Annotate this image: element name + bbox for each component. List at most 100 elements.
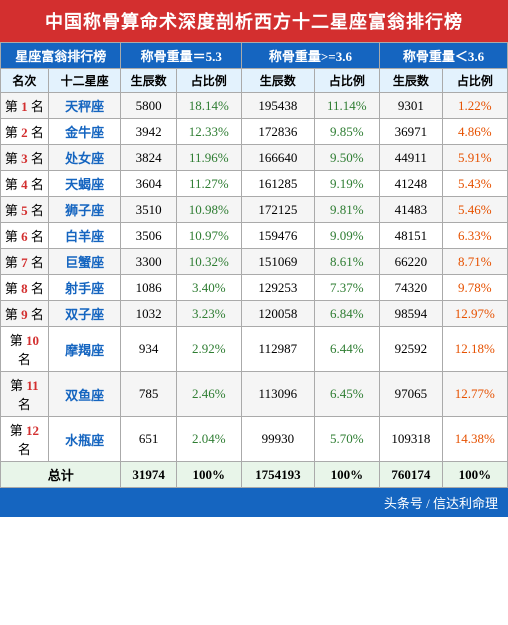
cell-rank: 第 5 名 [1, 197, 49, 223]
total-r2: 100% [314, 462, 379, 488]
cell-ratio2: 6.44% [314, 327, 379, 372]
cell-ratio2: 9.50% [314, 145, 379, 171]
cell-births3: 48151 [379, 223, 442, 249]
cell-births3: 41483 [379, 197, 442, 223]
cell-births3: 36971 [379, 119, 442, 145]
cell-ratio3: 5.91% [442, 145, 507, 171]
cell-births2: 151069 [241, 249, 314, 275]
cell-zodiac: 天秤座 [48, 93, 121, 119]
cell-births1: 3604 [121, 171, 176, 197]
cell-births3: 98594 [379, 301, 442, 327]
cell-births3: 92592 [379, 327, 442, 372]
cell-ratio2: 9.85% [314, 119, 379, 145]
page-title: 中国称骨算命术深度剖析西方十二星座富翁排行榜 [0, 0, 508, 42]
cell-ratio3: 8.71% [442, 249, 507, 275]
cell-births1: 5800 [121, 93, 176, 119]
table-row: 第 7 名巨蟹座330010.32%1510698.61%662208.71% [1, 249, 508, 275]
cell-ratio3: 5.43% [442, 171, 507, 197]
cell-ratio2: 9.09% [314, 223, 379, 249]
header-row-cols: 名次 十二星座 生辰数 占比例 生辰数 占比例 生辰数 占比例 [1, 69, 508, 93]
cell-rank: 第 10 名 [1, 327, 49, 372]
total-row: 总计 31974 100% 1754193 100% 760174 100% [1, 462, 508, 488]
cell-ratio1: 12.33% [176, 119, 241, 145]
cell-births3: 66220 [379, 249, 442, 275]
cell-ratio2: 7.37% [314, 275, 379, 301]
cell-births3: 74320 [379, 275, 442, 301]
cell-births1: 3300 [121, 249, 176, 275]
table-row: 第 6 名白羊座350610.97%1594769.09%481516.33% [1, 223, 508, 249]
cell-ratio1: 11.96% [176, 145, 241, 171]
cell-ratio1: 2.46% [176, 372, 241, 417]
total-r1: 100% [176, 462, 241, 488]
cell-ratio3: 5.46% [442, 197, 507, 223]
cell-ratio3: 1.22% [442, 93, 507, 119]
cell-ratio2: 8.61% [314, 249, 379, 275]
cell-zodiac: 水瓶座 [48, 417, 121, 462]
header-group2: 称骨重量>=3.6 [241, 43, 379, 69]
cell-births2: 166640 [241, 145, 314, 171]
cell-births1: 934 [121, 327, 176, 372]
col-header-rank: 名次 [1, 69, 49, 93]
cell-zodiac: 天蝎座 [48, 171, 121, 197]
header-row-groups: 星座富翁排行榜 称骨重量＝5.3 称骨重量>=3.6 称骨重量＜3.6 [1, 43, 508, 69]
cell-ratio1: 10.98% [176, 197, 241, 223]
cell-births2: 161285 [241, 171, 314, 197]
cell-births2: 120058 [241, 301, 314, 327]
cell-zodiac: 巨蟹座 [48, 249, 121, 275]
footer-bar: 头条号 / 信达利命理 [0, 488, 508, 517]
table-row: 第 12 名水瓶座6512.04%999305.70%10931814.38% [1, 417, 508, 462]
cell-births3: 9301 [379, 93, 442, 119]
table-row: 第 4 名天蝎座360411.27%1612859.19%412485.43% [1, 171, 508, 197]
table-row: 第 8 名射手座10863.40%1292537.37%743209.78% [1, 275, 508, 301]
cell-ratio3: 6.33% [442, 223, 507, 249]
col-header-ratio2: 占比例 [314, 69, 379, 93]
cell-rank: 第 4 名 [1, 171, 49, 197]
cell-births1: 651 [121, 417, 176, 462]
cell-births2: 172836 [241, 119, 314, 145]
cell-ratio3: 12.97% [442, 301, 507, 327]
table-row: 第 11 名双鱼座7852.46%1130966.45%9706512.77% [1, 372, 508, 417]
main-table: 星座富翁排行榜 称骨重量＝5.3 称骨重量>=3.6 称骨重量＜3.6 名次 十… [0, 42, 508, 488]
cell-births3: 41248 [379, 171, 442, 197]
cell-births2: 172125 [241, 197, 314, 223]
page-wrapper: 中国称骨算命术深度剖析西方十二星座富翁排行榜 星座富翁排行榜 称骨重量＝5.3 … [0, 0, 508, 517]
cell-births1: 3942 [121, 119, 176, 145]
table-row: 第 9 名双子座10323.23%1200586.84%9859412.97% [1, 301, 508, 327]
cell-zodiac: 双鱼座 [48, 372, 121, 417]
cell-ratio3: 4.86% [442, 119, 507, 145]
cell-rank: 第 2 名 [1, 119, 49, 145]
cell-ratio1: 11.27% [176, 171, 241, 197]
cell-births3: 44911 [379, 145, 442, 171]
cell-rank: 第 7 名 [1, 249, 49, 275]
cell-zodiac: 摩羯座 [48, 327, 121, 372]
cell-births1: 785 [121, 372, 176, 417]
cell-births1: 3506 [121, 223, 176, 249]
header-group1: 称骨重量＝5.3 [121, 43, 241, 69]
cell-zodiac: 狮子座 [48, 197, 121, 223]
table-body: 第 1 名天秤座580018.14%19543811.14%93011.22%第… [1, 93, 508, 462]
cell-births2: 129253 [241, 275, 314, 301]
table-row: 第 5 名狮子座351010.98%1721259.81%414835.46% [1, 197, 508, 223]
cell-zodiac: 处女座 [48, 145, 121, 171]
header-left-group: 星座富翁排行榜 [1, 43, 121, 69]
cell-zodiac: 金牛座 [48, 119, 121, 145]
table-row: 第 2 名金牛座394212.33%1728369.85%369714.86% [1, 119, 508, 145]
col-header-zodiac: 十二星座 [48, 69, 121, 93]
cell-births1: 1086 [121, 275, 176, 301]
cell-ratio2: 5.70% [314, 417, 379, 462]
cell-ratio1: 2.92% [176, 327, 241, 372]
total-b1: 31974 [121, 462, 176, 488]
cell-ratio3: 12.18% [442, 327, 507, 372]
table-row: 第 1 名天秤座580018.14%19543811.14%93011.22% [1, 93, 508, 119]
col-header-births2: 生辰数 [241, 69, 314, 93]
cell-zodiac: 双子座 [48, 301, 121, 327]
cell-births1: 3510 [121, 197, 176, 223]
cell-ratio2: 6.84% [314, 301, 379, 327]
cell-ratio3: 9.78% [442, 275, 507, 301]
cell-births2: 113096 [241, 372, 314, 417]
total-label: 总计 [1, 462, 121, 488]
col-header-births3: 生辰数 [379, 69, 442, 93]
cell-zodiac: 射手座 [48, 275, 121, 301]
cell-ratio2: 9.19% [314, 171, 379, 197]
table-row: 第 3 名处女座382411.96%1666409.50%449115.91% [1, 145, 508, 171]
